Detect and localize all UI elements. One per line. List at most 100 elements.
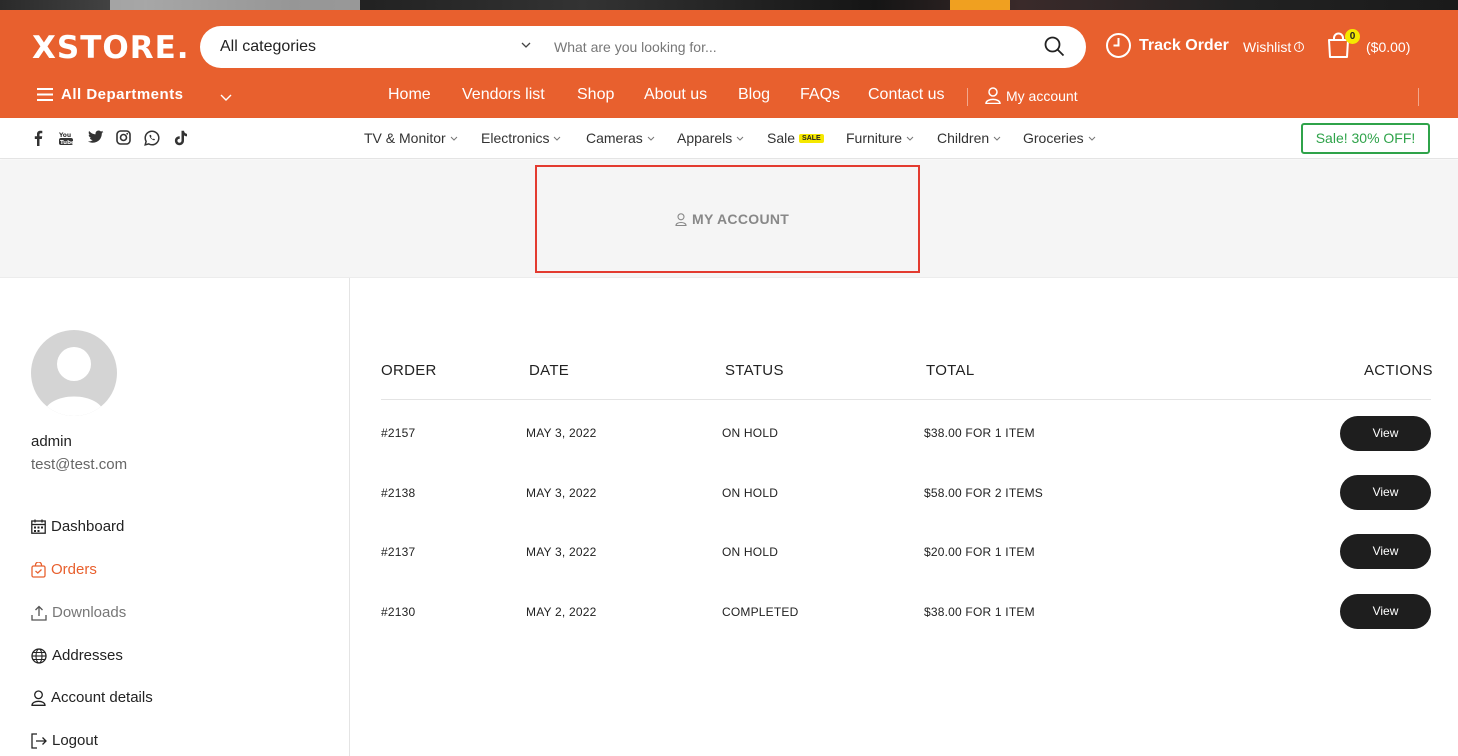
column-header-status: STATUS bbox=[725, 362, 784, 379]
sidebar-item-orders[interactable]: Orders bbox=[31, 561, 97, 578]
track-order-link[interactable]: Track Order bbox=[1105, 32, 1229, 59]
hamburger-icon bbox=[37, 88, 53, 101]
sidebar-item-label: Dashboard bbox=[51, 518, 125, 535]
order-status: ON HOLD bbox=[722, 545, 779, 559]
category-apparels[interactable]: Apparels bbox=[677, 130, 744, 146]
nav-blog[interactable]: Blog bbox=[738, 86, 770, 104]
sale-promo-button[interactable]: Sale! 30% OFF! bbox=[1301, 123, 1430, 154]
column-header-order: ORDER bbox=[381, 362, 437, 379]
category-label: Cameras bbox=[586, 130, 643, 146]
twitter-icon[interactable] bbox=[87, 130, 104, 145]
chevron-down-icon[interactable] bbox=[219, 90, 233, 104]
order-number-link[interactable]: #2157 bbox=[381, 426, 415, 440]
search-input[interactable] bbox=[554, 35, 1194, 59]
whatsapp-icon[interactable] bbox=[144, 130, 160, 146]
sale-badge: SALE bbox=[799, 133, 824, 143]
nav-vendors-list[interactable]: Vendors list bbox=[462, 86, 545, 104]
nav-shop[interactable]: Shop bbox=[577, 86, 614, 104]
category-sale[interactable]: Sale SALE bbox=[767, 130, 824, 146]
nav-contact-us[interactable]: Contact us bbox=[868, 86, 944, 104]
sidebar-item-dashboard[interactable]: Dashboard bbox=[31, 518, 124, 535]
user-icon bbox=[675, 212, 687, 226]
category-label: Children bbox=[937, 130, 990, 146]
youtube-icon[interactable]: You Tube bbox=[58, 130, 74, 146]
chevron-down-icon bbox=[906, 136, 914, 141]
sidebar-item-downloads[interactable]: Downloads bbox=[31, 604, 126, 621]
category-electronics[interactable]: Electronics bbox=[481, 130, 561, 146]
order-total: $38.00 FOR 1 ITEM bbox=[924, 605, 1035, 619]
user-icon bbox=[985, 87, 1001, 104]
column-header-actions: ACTIONS bbox=[1364, 362, 1433, 379]
calendar-icon bbox=[31, 519, 46, 534]
user-icon bbox=[31, 689, 46, 706]
view-order-button[interactable]: View bbox=[1340, 594, 1431, 629]
my-account-label: My account bbox=[1006, 87, 1078, 104]
chevron-down-icon bbox=[450, 136, 458, 141]
page-title-text: MY ACCOUNT bbox=[692, 211, 790, 227]
banner-image-fragment bbox=[950, 0, 1010, 10]
tiktok-icon[interactable] bbox=[174, 130, 188, 146]
category-groceries[interactable]: Groceries bbox=[1023, 130, 1096, 146]
upload-icon bbox=[31, 605, 47, 621]
nav-divider bbox=[967, 88, 968, 106]
cart-total[interactable]: ($0.00) bbox=[1366, 39, 1410, 55]
order-date: MAY 3, 2022 bbox=[526, 426, 597, 440]
sidebar-item-label: Addresses bbox=[52, 647, 123, 664]
order-number-link[interactable]: #2137 bbox=[381, 545, 415, 559]
category-children[interactable]: Children bbox=[937, 130, 1001, 146]
page-title-banner: MY ACCOUNT bbox=[0, 160, 1458, 278]
category-cameras[interactable]: Cameras bbox=[586, 130, 655, 146]
order-date: MAY 3, 2022 bbox=[526, 545, 597, 559]
nav-divider bbox=[1418, 88, 1419, 106]
clock-icon bbox=[1106, 33, 1131, 58]
sidebar-item-label: Logout bbox=[52, 732, 98, 749]
svg-text:Tube: Tube bbox=[60, 140, 74, 146]
sidebar-item-addresses[interactable]: Addresses bbox=[31, 647, 123, 664]
page-title: MY ACCOUNT bbox=[675, 211, 789, 227]
sidebar-item-account-details[interactable]: Account details bbox=[31, 689, 153, 706]
view-order-button[interactable]: View bbox=[1340, 416, 1431, 451]
avatar bbox=[31, 330, 117, 416]
order-status: ON HOLD bbox=[722, 426, 779, 440]
sidebar-item-label: Downloads bbox=[52, 604, 127, 621]
category-label: Furniture bbox=[846, 130, 903, 146]
nav-home[interactable]: Home bbox=[388, 86, 431, 104]
facebook-icon[interactable] bbox=[31, 130, 45, 146]
all-departments-menu[interactable]: All Departments bbox=[37, 86, 184, 103]
order-total: $58.00 FOR 2 ITEMS bbox=[924, 486, 1043, 500]
order-total: $38.00 FOR 1 ITEM bbox=[924, 426, 1035, 440]
info-icon: i bbox=[1294, 42, 1305, 52]
chevron-down-icon bbox=[993, 136, 1001, 141]
nav-about-us[interactable]: About us bbox=[644, 86, 707, 104]
wishlist-link[interactable]: Wishlist i bbox=[1243, 39, 1305, 55]
instagram-icon[interactable] bbox=[116, 130, 131, 145]
globe-icon bbox=[31, 647, 47, 664]
shopping-bag-icon bbox=[31, 561, 46, 578]
chevron-down-icon bbox=[554, 136, 561, 141]
order-number-link[interactable]: #2138 bbox=[381, 486, 415, 500]
order-date: MAY 2, 2022 bbox=[526, 605, 597, 619]
order-status: ON HOLD bbox=[722, 486, 779, 500]
column-header-total: TOTAL bbox=[926, 362, 975, 379]
cart-button[interactable]: 0 bbox=[1326, 29, 1360, 64]
order-status: COMPLETED bbox=[722, 605, 799, 619]
svg-text:You: You bbox=[58, 132, 71, 139]
site-logo[interactable]: XSTORE. bbox=[32, 30, 190, 66]
chevron-down-icon[interactable] bbox=[520, 39, 532, 51]
account-sidebar: admin test@test.com Dashboard Orders Dow… bbox=[0, 278, 350, 756]
order-number-link[interactable]: #2130 bbox=[381, 605, 415, 619]
search-icon[interactable] bbox=[1044, 36, 1065, 57]
view-order-button[interactable]: View bbox=[1340, 534, 1431, 569]
logout-icon bbox=[31, 732, 47, 749]
category-tv-monitor[interactable]: TV & Monitor bbox=[364, 130, 458, 146]
table-divider bbox=[381, 399, 1431, 400]
default-avatar-icon bbox=[43, 347, 105, 416]
view-order-button[interactable]: View bbox=[1340, 475, 1431, 510]
cart-count-badge: 0 bbox=[1345, 29, 1360, 44]
category-furniture[interactable]: Furniture bbox=[846, 130, 914, 146]
category-select[interactable]: All categories bbox=[220, 38, 316, 56]
nav-faqs[interactable]: FAQs bbox=[800, 86, 840, 104]
sidebar-item-logout[interactable]: Logout bbox=[31, 732, 98, 749]
nav-my-account[interactable]: My account bbox=[985, 87, 1078, 104]
chevron-down-icon bbox=[736, 136, 744, 141]
